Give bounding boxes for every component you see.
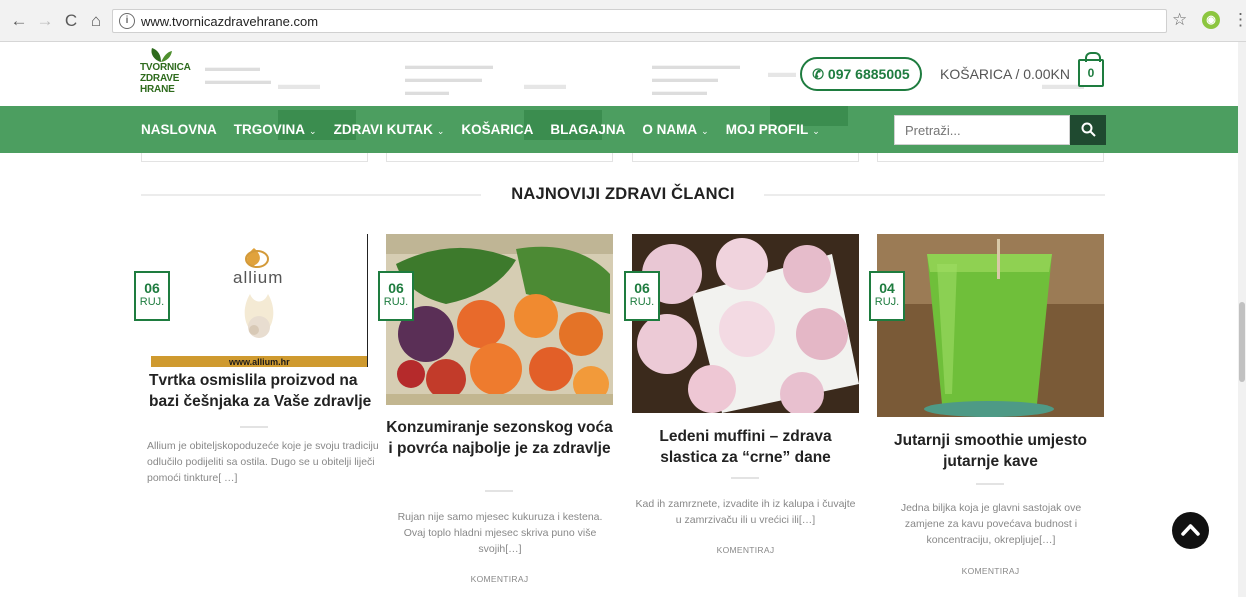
site-logo[interactable]: TVORNICA ZDRAVE HRANE: [140, 46, 200, 102]
chevron-down-icon: ⌄: [701, 126, 709, 136]
article-excerpt: Kad ih zamrznete, izvadite ih iz kalupa …: [635, 498, 856, 526]
article-image[interactable]: [386, 234, 613, 405]
date-day: 06: [634, 280, 650, 296]
date-badge: 04 RUJ.: [869, 271, 905, 321]
date-badge: 06 RUJ.: [134, 271, 170, 321]
logo-line: HRANE: [140, 84, 175, 95]
browser-menu-icon[interactable]: ⋮: [1232, 10, 1246, 30]
image-caption: www.allium.hr: [229, 357, 290, 367]
date-month: RUJ.: [629, 296, 655, 308]
date-day: 06: [144, 280, 160, 296]
faded-price: ▬▬▬: [524, 76, 566, 92]
nav-item-kosarica[interactable]: KOŠARICA: [461, 122, 533, 137]
product-card-edge: [386, 153, 613, 162]
date-month: RUJ.: [383, 296, 409, 308]
home-icon[interactable]: ⌂: [85, 10, 107, 32]
nav-label: O NAMA: [642, 122, 698, 137]
article-excerpt: Rujan nije samo mjesec kukuruza i kesten…: [397, 511, 603, 555]
vegetables-image: [386, 234, 613, 405]
faded-price: ▬▬▬: [278, 76, 320, 92]
scrollbar-thumb[interactable]: [1239, 302, 1245, 382]
image-logo-text: allium: [233, 268, 284, 287]
allium-logo-image: [151, 234, 368, 367]
nav-item-o-nama[interactable]: O NAMA ⌄: [642, 122, 708, 137]
date-month: RUJ.: [139, 296, 165, 308]
nav-item-naslovna[interactable]: NASLOVNA: [141, 122, 217, 137]
cart-icon[interactable]: 0: [1078, 52, 1104, 87]
product-card-edge: [877, 153, 1104, 162]
logo-line: TVORNICA: [140, 62, 191, 73]
date-day: 06: [388, 280, 404, 296]
faded-price: ▬▬: [768, 64, 796, 80]
chevron-down-icon: ⌄: [436, 126, 445, 136]
article-image[interactable]: [877, 234, 1104, 417]
search-icon: [1081, 122, 1096, 137]
separator: [976, 483, 1004, 485]
article-title[interactable]: Konzumiranje sezonskog voća i povrća naj…: [386, 417, 613, 459]
cart-label[interactable]: KOŠARICA / 0.00KN: [940, 66, 1070, 82]
phone-icon: ✆: [812, 66, 825, 82]
logo-text: TVORNICA ZDRAVE HRANE: [140, 62, 191, 95]
bookmark-star-icon[interactable]: ☆: [1172, 10, 1187, 30]
scroll-to-top-button[interactable]: [1172, 512, 1209, 549]
nav-item-blagajna[interactable]: BLAGAJNA: [550, 122, 625, 137]
article-title[interactable]: Tvrtka osmislila proizvod na bazi češnja…: [149, 370, 374, 412]
back-icon[interactable]: ←: [8, 10, 30, 32]
search-input[interactable]: [894, 115, 1070, 145]
comment-link[interactable]: KOMENTIRAJ: [877, 566, 1104, 576]
cart-count: 0: [1087, 66, 1095, 80]
separator: [240, 426, 268, 428]
nav-item-moj-profil[interactable]: MOJ PROFIL ⌄: [726, 122, 820, 137]
site-header: ▬▬▬▬▬ ▬▬▬▬▬▬ ▬▬▬ ▬▬▬▬▬▬▬▬ ▬▬▬▬▬▬▬ ▬▬▬▬ ▬▬▬ …: [0, 42, 1246, 106]
nav-label: KOŠARICA: [461, 122, 534, 137]
date-badge: 06 RUJ.: [624, 271, 660, 321]
chevron-down-icon: ⌄: [309, 126, 317, 136]
address-url: www.tvornicazdravehrane.com: [141, 14, 319, 29]
date-month: RUJ.: [874, 296, 900, 308]
article-title[interactable]: Ledeni muffini – zdrava slastica za “crn…: [642, 426, 849, 468]
product-card-edge: [141, 153, 368, 162]
divider-line: [764, 194, 1105, 196]
phone-button[interactable]: ✆ 097 6885005: [800, 57, 922, 91]
product-card-edge: [632, 153, 859, 162]
reload-icon[interactable]: C: [60, 10, 82, 32]
smoothie-image: [877, 234, 1104, 417]
nav-label: MOJ PROFIL: [725, 122, 809, 137]
article-image[interactable]: allium www.allium.hr: [151, 234, 368, 367]
date-day: 04: [879, 280, 895, 296]
page-scrollbar[interactable]: [1238, 42, 1246, 597]
article-image[interactable]: [632, 234, 859, 413]
faded-product-text: ▬▬▬▬▬▬▬▬▬▬▬▬▬▬▬▬▬▬▬: [405, 60, 493, 98]
chevron-down-icon: ⌄: [812, 126, 820, 136]
address-bar[interactable]: i www.tvornicazdravehrane.com: [112, 9, 1167, 33]
date-badge: 06 RUJ.: [378, 271, 414, 321]
faded-product-text: ▬▬▬▬▬ ▬▬▬▬▬▬: [205, 62, 271, 87]
search-button[interactable]: [1070, 115, 1106, 145]
leaf-icon: [151, 48, 172, 62]
separator: [485, 490, 513, 492]
article-excerpt: Allium je obiteljskopoduzeće koje je svo…: [147, 440, 379, 484]
nav-label: TRGOVINA: [233, 122, 306, 137]
phone-number: 097 6885005: [827, 66, 910, 82]
muffins-image: [632, 234, 859, 413]
comment-link[interactable]: KOMENTIRAJ: [632, 545, 859, 555]
separator: [731, 477, 759, 479]
article-title[interactable]: Jutarnji smoothie umjesto jutarnje kave: [877, 430, 1104, 472]
nav-label: NASLOVNA: [141, 122, 217, 137]
extension-icon[interactable]: ◉: [1202, 11, 1220, 29]
browser-toolbar: ← → C ⌂ i www.tvornicazdravehrane.com ☆ …: [0, 0, 1246, 42]
info-icon[interactable]: i: [119, 13, 135, 29]
faded-product-text: ▬▬▬▬▬▬▬▬▬▬▬▬▬▬▬▬▬▬▬: [652, 60, 740, 98]
nav-item-trgovina[interactable]: TRGOVINA ⌄: [234, 122, 317, 137]
comment-link[interactable]: KOMENTIRAJ: [386, 574, 613, 584]
forward-icon[interactable]: →: [34, 10, 56, 32]
logo-line: ZDRAVE: [140, 73, 180, 84]
main-navigation: NASLOVNA TRGOVINA ⌄ ZDRAVI KUTAK ⌄ KOŠARIC…: [0, 106, 1246, 153]
nav-item-zdravi-kutak[interactable]: ZDRAVI KUTAK ⌄: [334, 122, 445, 137]
nav-label: BLAGAJNA: [550, 122, 626, 137]
article-excerpt: Jedna biljka koja je glavni sastojak ove…: [900, 502, 1082, 546]
chevron-up-icon: [1181, 524, 1200, 536]
nav-label: ZDRAVI KUTAK: [333, 122, 433, 137]
